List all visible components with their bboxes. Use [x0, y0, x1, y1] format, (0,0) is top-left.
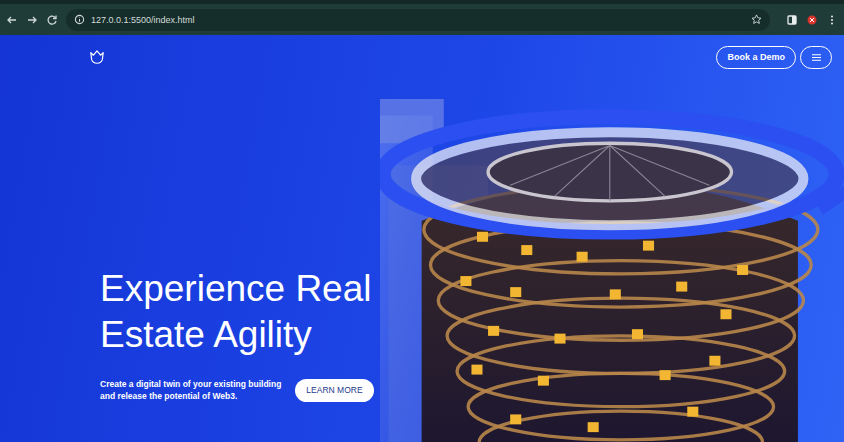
- building-render-picture: [380, 99, 844, 442]
- site-info-icon[interactable]: [74, 14, 85, 25]
- hero-title-line: Estate Agility: [100, 312, 380, 358]
- learn-more-button[interactable]: LEARN MORE: [295, 379, 373, 402]
- site-header: Book a Demo: [0, 35, 844, 79]
- bookmark-star-icon[interactable]: [751, 14, 762, 25]
- extension-icon[interactable]: [806, 14, 818, 26]
- forward-arrow-icon[interactable]: [26, 14, 38, 26]
- hero-subtitle-line: and release the potential of Web3.: [100, 390, 281, 402]
- hero-sub-row: Create a digital twin of your existing b…: [100, 378, 380, 402]
- hero-title: Experience RealEstate Agility: [100, 266, 380, 358]
- side-panel-icon[interactable]: [786, 14, 798, 26]
- hero-subtitle-line: Create a digital twin of your existing b…: [100, 378, 281, 390]
- browser-menu-icon[interactable]: [826, 14, 838, 26]
- address-text: 127.0.0.1:5500/index.html: [91, 15, 745, 25]
- address-bar[interactable]: 127.0.0.1:5500/index.html: [66, 9, 770, 31]
- brand-logo-icon[interactable]: [88, 49, 106, 65]
- header-actions: Book a Demo: [716, 46, 832, 69]
- browser-window: 127.0.0.1:5500/index.html Book a Demo Expe…: [0, 0, 844, 442]
- hero-subtitle: Create a digital twin of your existing b…: [100, 378, 281, 402]
- book-demo-button[interactable]: Book a Demo: [716, 46, 796, 69]
- back-arrow-icon[interactable]: [6, 14, 18, 26]
- hero-title-line: Experience Real: [100, 266, 380, 312]
- hamburger-icon: [811, 53, 822, 62]
- reload-icon[interactable]: [46, 14, 58, 26]
- menu-button[interactable]: [800, 46, 832, 69]
- hero-body: Experience RealEstate Agility Create a di…: [0, 79, 844, 442]
- hero-text: Experience RealEstate Agility Create a di…: [0, 79, 380, 442]
- hero-section: Book a Demo Experience RealEstate Agility…: [0, 35, 844, 442]
- browser-toolbar: 127.0.0.1:5500/index.html: [0, 0, 844, 35]
